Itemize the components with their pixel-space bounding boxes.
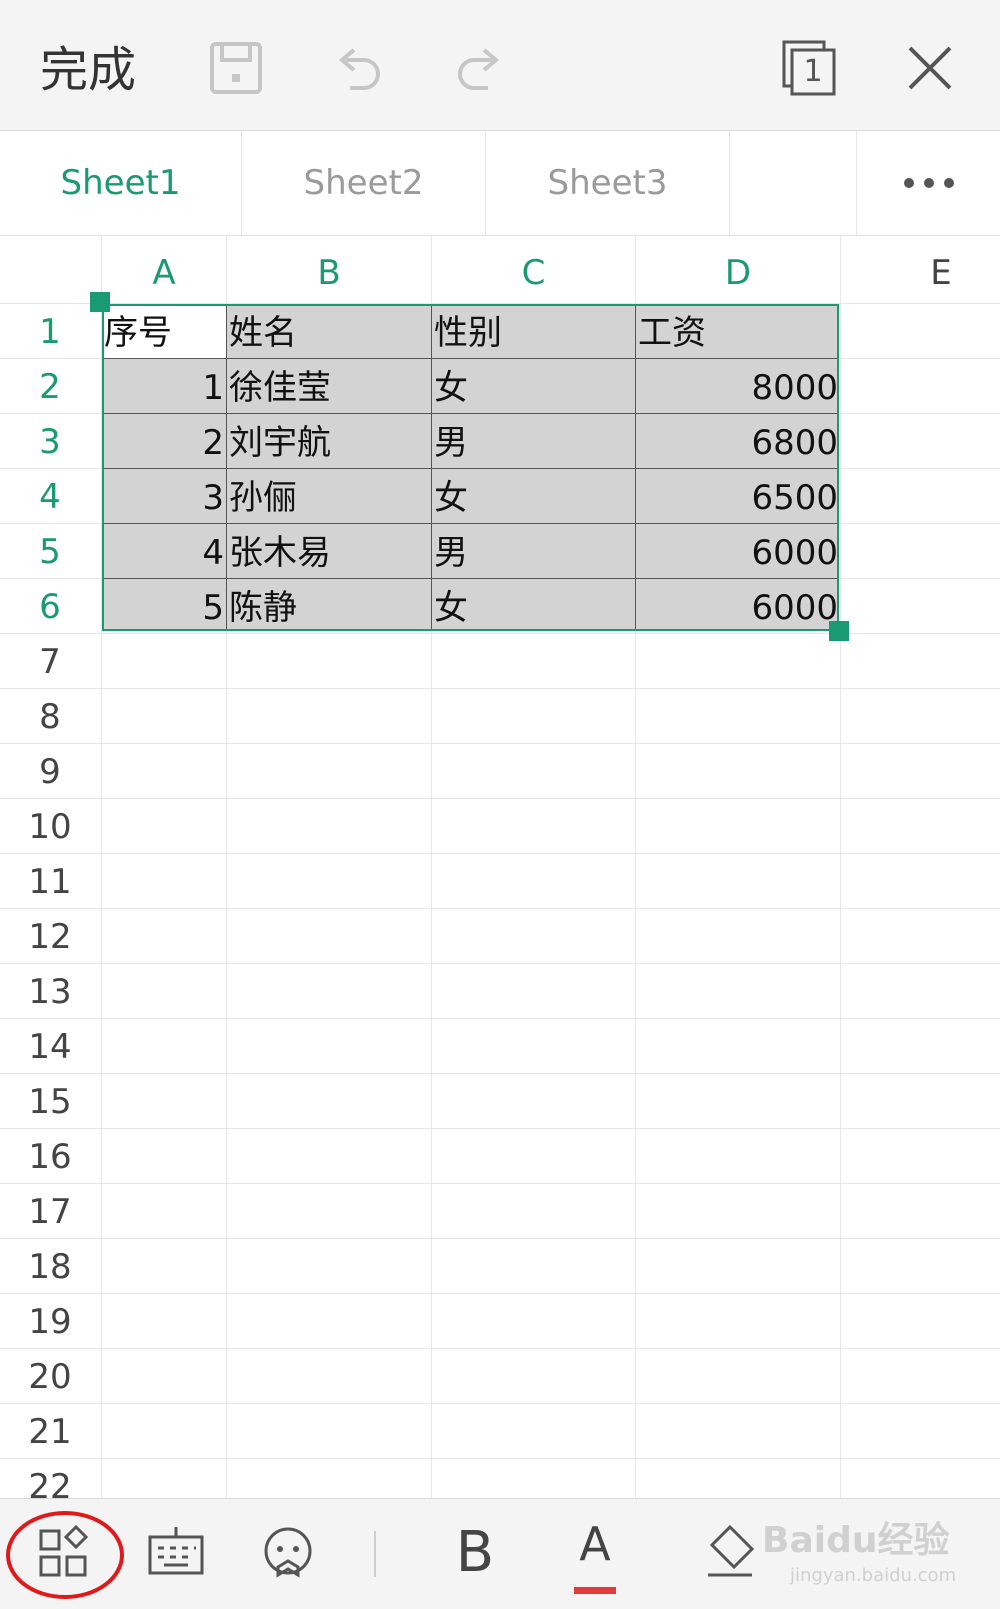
row-header[interactable]: 11 — [0, 854, 100, 910]
redo-icon[interactable] — [450, 38, 510, 98]
column-header-e[interactable]: E — [841, 236, 1000, 310]
fill-color-icon[interactable] — [694, 1517, 766, 1589]
tab-sheet3[interactable]: Sheet3 — [486, 131, 730, 235]
column-header-d[interactable]: D — [636, 236, 840, 310]
toolbar-separator — [374, 1531, 376, 1577]
bold-button[interactable]: B — [440, 1513, 510, 1593]
watermark-sub: jingyan.baidu.com — [790, 1565, 957, 1586]
row-header[interactable]: 5 — [0, 524, 100, 580]
bottom-toolbar: B A Baidu经验 jingyan.baidu.com — [0, 1498, 1000, 1609]
column-header-a[interactable]: A — [102, 236, 226, 310]
voice-icon[interactable] — [252, 1517, 324, 1589]
row-header[interactable]: 21 — [0, 1404, 100, 1460]
font-color-button[interactable]: A — [570, 1509, 620, 1589]
row-header[interactable]: 13 — [0, 964, 100, 1020]
selection-border — [102, 304, 839, 631]
more-tabs-button[interactable] — [856, 131, 1000, 235]
save-icon[interactable] — [206, 38, 266, 98]
row-header[interactable]: 4 — [0, 469, 100, 525]
watermark: Baidu经验 — [762, 1520, 950, 1561]
row-header[interactable]: 15 — [0, 1074, 100, 1130]
window-switch-icon[interactable]: 1 — [780, 38, 840, 98]
row-header[interactable]: 6 — [0, 579, 100, 635]
window-count: 1 — [803, 54, 823, 89]
row-header[interactable]: 2 — [0, 359, 100, 415]
row-header[interactable]: 12 — [0, 909, 100, 965]
row-header[interactable]: 7 — [0, 634, 100, 690]
row-header[interactable]: 14 — [0, 1019, 100, 1075]
sheet-tabs: Sheet1 Sheet2 Sheet3 — [0, 131, 1000, 236]
row-header[interactable]: 1 — [0, 304, 100, 360]
row-header[interactable]: 3 — [0, 414, 100, 470]
row-header[interactable]: 8 — [0, 689, 100, 745]
font-color-indicator — [574, 1587, 616, 1594]
apps-icon[interactable] — [29, 1517, 101, 1589]
row-header[interactable]: 16 — [0, 1129, 100, 1185]
close-icon[interactable] — [900, 38, 960, 98]
keyboard-icon[interactable] — [140, 1517, 212, 1589]
row-header[interactable]: 17 — [0, 1184, 100, 1240]
selection-handle-top-left[interactable] — [90, 292, 110, 312]
row-header[interactable]: 19 — [0, 1294, 100, 1350]
selection-handle-bottom-right[interactable] — [829, 621, 849, 641]
done-button[interactable]: 完成 — [40, 40, 136, 100]
row-header[interactable]: 9 — [0, 744, 100, 800]
row-header[interactable]: 20 — [0, 1349, 100, 1405]
tab-sheet1[interactable]: Sheet1 — [0, 131, 242, 235]
top-bar: 完成 1 — [0, 0, 1000, 131]
tab-sheet2[interactable]: Sheet2 — [242, 131, 486, 235]
column-header-b[interactable]: B — [227, 236, 431, 310]
more-icon — [904, 178, 954, 188]
row-header[interactable]: 10 — [0, 799, 100, 855]
row-header[interactable]: 22 — [0, 1459, 100, 1498]
column-header-c[interactable]: C — [432, 236, 635, 310]
spreadsheet-grid[interactable]: A B C D E 1 2 3 4 5 6 7 8 9 10 11 12 13 … — [0, 236, 1000, 1498]
row-header[interactable]: 18 — [0, 1239, 100, 1295]
undo-icon[interactable] — [328, 38, 388, 98]
